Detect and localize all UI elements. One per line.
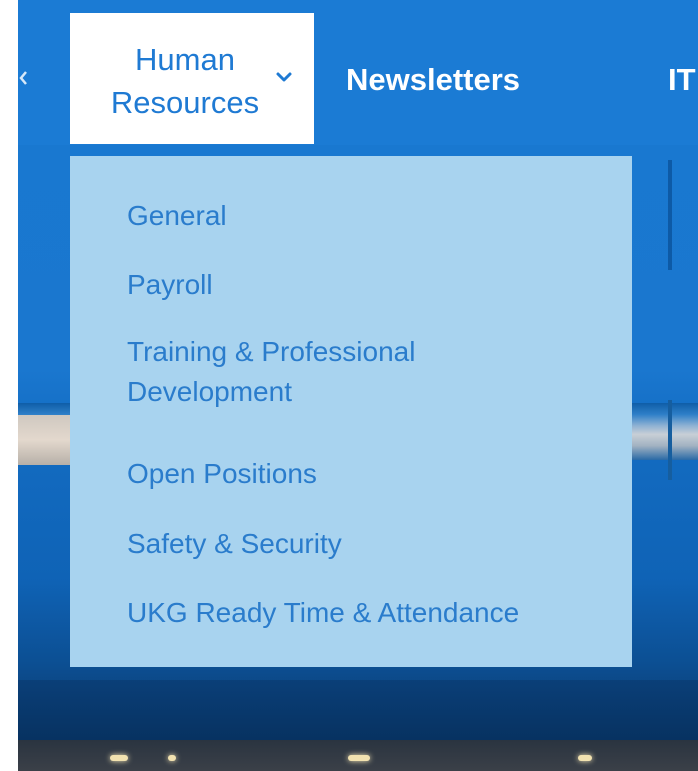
nav-label-line: Resources — [110, 85, 260, 120]
menu-item-safety-security[interactable]: Safety & Security — [127, 524, 342, 564]
menu-item-label: UKG Ready Time & Attendance — [127, 597, 520, 628]
chevron-left-icon[interactable] — [18, 68, 28, 88]
human-resources-dropdown: General Payroll Training & Professional … — [70, 156, 632, 667]
menu-item-label: Safety & Security — [127, 528, 342, 559]
background-band-left — [18, 415, 70, 465]
background-light — [168, 755, 176, 761]
background-light — [578, 755, 592, 761]
nav-item-human-resources-label[interactable]: Human Resources — [95, 38, 275, 124]
menu-item-payroll[interactable]: Payroll — [127, 265, 213, 305]
background-light — [110, 755, 128, 761]
background-dark-band — [18, 680, 698, 740]
nav-label-line: Human — [135, 42, 235, 77]
menu-item-label: General — [127, 200, 227, 231]
menu-item-open-positions[interactable]: Open Positions — [127, 454, 317, 494]
chevron-down-icon[interactable] — [274, 70, 294, 86]
menu-item-label: Payroll — [127, 269, 213, 300]
menu-item-label: Development — [127, 376, 292, 407]
background-light — [348, 755, 370, 761]
menu-item-label: Training & Professional — [127, 336, 416, 367]
menu-item-label: Open Positions — [127, 458, 317, 489]
nav-item-newsletters[interactable]: Newsletters — [346, 58, 520, 101]
menu-item-training[interactable]: Training & Professional Development — [127, 332, 415, 412]
nav-item-it[interactable]: IT — [668, 58, 696, 101]
menu-item-general[interactable]: General — [127, 196, 227, 236]
menu-item-ukg-ready[interactable]: UKG Ready Time & Attendance — [127, 593, 519, 633]
background-pillar — [668, 400, 672, 480]
background-pillar — [668, 160, 672, 270]
